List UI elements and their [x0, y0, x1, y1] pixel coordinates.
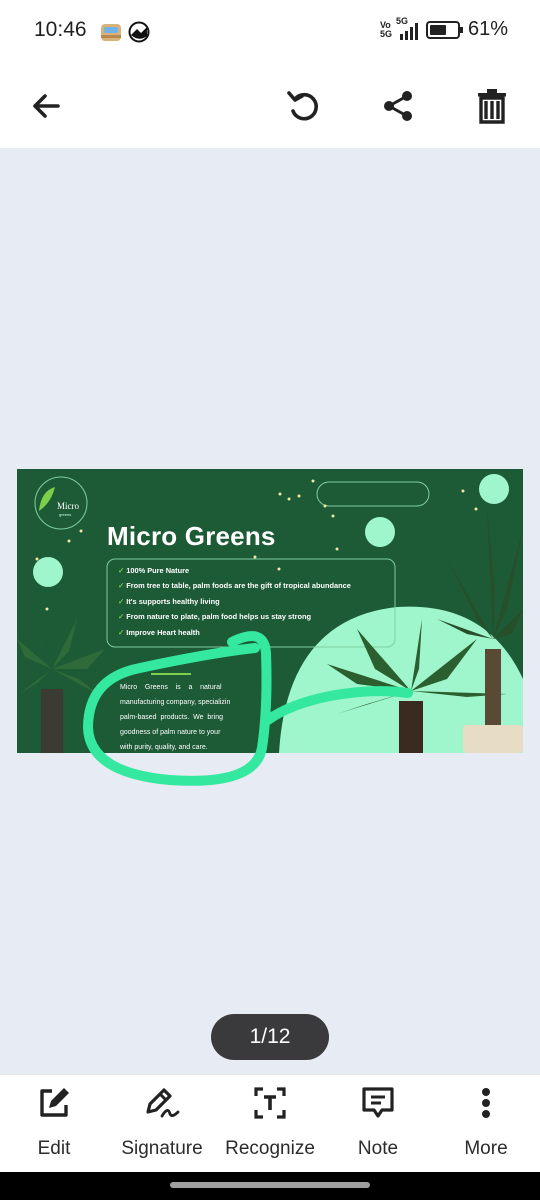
page-indicator: 1/12 — [211, 1014, 329, 1060]
logo-subtext: greens — [59, 512, 72, 517]
recognize-text-icon — [254, 1087, 286, 1119]
note-button[interactable]: Note — [324, 1075, 432, 1173]
bullet-item: ✓ 100% Pure Nature — [118, 566, 190, 575]
edit-button[interactable]: Edit — [0, 1075, 108, 1173]
document-page[interactable]: Micro greens Micro Greens ✓ 100% Pure Na… — [17, 469, 523, 753]
trash-icon — [478, 89, 506, 124]
signal-icon: 5G — [396, 16, 418, 40]
back-button[interactable] — [22, 82, 70, 130]
more-vertical-icon — [482, 1088, 490, 1118]
status-time: 10:46 — [34, 18, 87, 41]
battery-percent: 61% — [467, 18, 508, 40]
status-indicators: Vo 5G 5G 61% — [379, 16, 508, 41]
bullet-item: ✓ It's supports healthy living — [118, 596, 220, 606]
battery-icon — [425, 20, 463, 39]
leaf-icon: ✓ — [118, 566, 125, 575]
bottom-toolbar: Edit Signature Recognize Note More — [0, 1074, 540, 1173]
rotate-button[interactable] — [280, 82, 328, 130]
leaf-icon: ✓ — [118, 627, 125, 637]
signature-icon — [146, 1088, 180, 1118]
more-label: More — [464, 1138, 508, 1159]
recognize-label: Recognize — [225, 1138, 315, 1159]
logo-text: Micro — [57, 501, 79, 511]
rotate-icon — [287, 91, 318, 121]
top-toolbar — [0, 64, 540, 148]
description-paragraph: Micro Greens is a natural manufacturing … — [120, 684, 231, 751]
signature-button[interactable]: Signature — [108, 1075, 216, 1173]
share-icon — [384, 91, 412, 121]
edit-label: Edit — [37, 1138, 71, 1159]
leaf-icon: ✓ — [118, 596, 125, 606]
signature-label: Signature — [121, 1138, 203, 1159]
status-bar: 10:46 Vo 5G 5G 61% — [0, 0, 540, 64]
bullet-list: ✓ 100% Pure Nature ✓ From tree to table,… — [118, 566, 398, 643]
arrow-left-icon — [33, 94, 60, 118]
volte-label: Vo 5G — [379, 19, 392, 39]
more-button[interactable]: More — [432, 1075, 540, 1173]
banner-title: Micro Greens — [107, 521, 276, 551]
share-button[interactable] — [374, 82, 422, 130]
note-icon — [362, 1087, 394, 1118]
edit-icon — [40, 1088, 69, 1117]
bullet-item: ✓ Improve Heart health — [118, 627, 200, 637]
delete-button[interactable] — [468, 82, 516, 130]
leaf-icon: ✓ — [118, 612, 125, 622]
storage-app-icon — [101, 24, 121, 41]
document-viewer[interactable]: Micro greens Micro Greens ✓ 100% Pure Na… — [0, 148, 540, 1074]
system-nav-bar — [0, 1172, 540, 1200]
bullet-item: ✓ From nature to plate, palm food helps … — [118, 612, 312, 622]
recognize-button[interactable]: Recognize — [216, 1075, 324, 1173]
note-label: Note — [357, 1138, 399, 1159]
sync-app-icon — [128, 21, 150, 43]
bullet-item: ✓ From tree to table, palm foods are the… — [118, 581, 351, 591]
home-gesture-handle[interactable] — [170, 1182, 370, 1188]
leaf-icon: ✓ — [118, 581, 125, 591]
